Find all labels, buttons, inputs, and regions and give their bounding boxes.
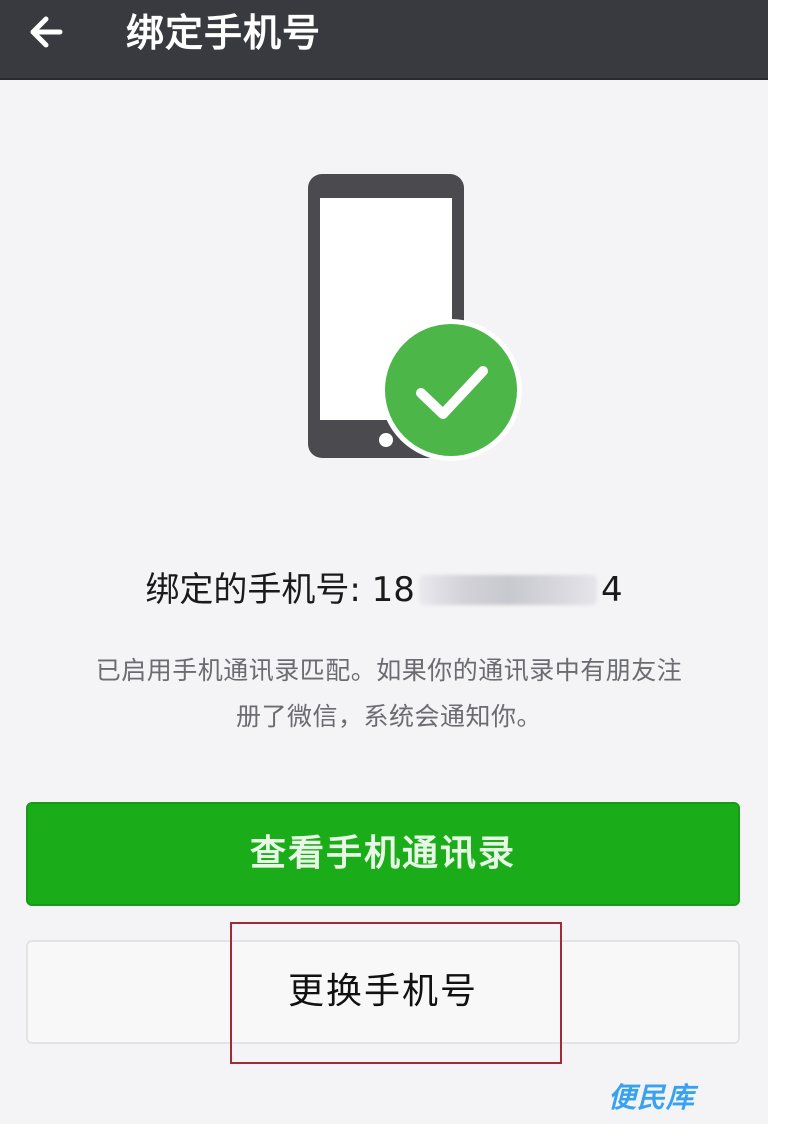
masked-digits	[418, 575, 597, 605]
watermark: 便民库	[608, 1081, 696, 1114]
page-edge	[768, 0, 790, 1124]
phone-prefix: 18	[371, 570, 415, 610]
page-title: 绑定手机号	[126, 11, 322, 55]
view-contacts-button[interactable]: 查看手机通讯录	[26, 802, 740, 906]
bound-phone-number: 绑定的手机号: 18 4	[0, 566, 768, 614]
change-phone-button[interactable]: 更换手机号	[26, 940, 740, 1044]
back-button[interactable]	[22, 8, 78, 58]
hint-line: 已启用手机通讯录匹配。如果你的通讯录中有朋友注	[95, 656, 683, 685]
contact-match-hint: 已启用手机通讯录匹配。如果你的通讯录中有朋友注 册了微信，系统会通知你。	[34, 648, 744, 740]
phone-illustration	[300, 168, 530, 468]
check-circle-icon	[380, 319, 522, 461]
phone-suffix: 4	[600, 570, 623, 610]
bound-phone-label: 绑定的手机号:	[145, 570, 372, 610]
hint-line: 册了微信，系统会通知你。	[235, 702, 542, 731]
arrow-left-icon	[30, 16, 63, 48]
app-bar: 绑定手机号	[0, 0, 768, 80]
